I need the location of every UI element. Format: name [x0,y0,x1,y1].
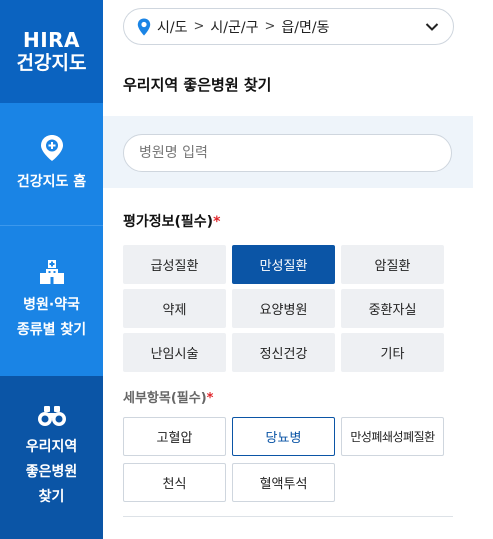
chip-acute[interactable]: 급성질환 [123,245,226,284]
chip-diabetes[interactable]: 당뇨병 [232,417,335,456]
region-breadcrumb: 시/도 > 시/군/구 > 읍/면/동 [137,17,425,37]
sidebar-item-label-line2: 종류별 찾기 [16,322,87,338]
evaluation-title: 평가정보(필수) [123,214,214,230]
sidebar-item-label-line3: 찾기 [38,489,65,505]
chip-cancer[interactable]: 암질환 [341,245,444,284]
region-level1[interactable]: 시/도 [157,17,187,37]
hospital-name-input[interactable] [123,134,452,172]
region-selector[interactable]: 시/도 > 시/군/구 > 읍/면/동 [123,8,454,45]
chip-asthma[interactable]: 천식 [123,463,226,502]
chip-copd[interactable]: 만성폐쇄성폐질환 [341,417,444,456]
divider [123,516,453,517]
main-panel: 시/도 > 시/군/구 > 읍/면/동 우리지역 좋은병원 찾기 평가정보(필수… [103,0,493,539]
sidebar-item-hospital-type[interactable]: 병원·약국 종류별 찾기 [0,226,103,376]
page-title: 우리지역 좋은병원 찾기 [123,76,272,94]
sidebar-item-label-line1: 우리지역 [25,439,78,455]
chevron-down-icon[interactable] [425,22,439,32]
sidebar-item-label-line2: 좋은병원 [25,464,78,480]
map-pin-plus-icon [40,134,63,161]
location-pin-icon [137,18,151,35]
chip-nursing-hospital[interactable]: 요양병원 [232,289,335,328]
region-level3[interactable]: 읍/면/동 [281,17,329,37]
chip-chronic[interactable]: 만성질환 [232,245,335,284]
brand-line2: 건강지도 [16,51,87,74]
brand-logo[interactable]: HIRA 건강지도 [0,0,103,103]
region-level2[interactable]: 시/군/구 [210,17,258,37]
sidebar-item-label: 건강지도 홈 [16,173,87,190]
sidebar: HIRA 건강지도 건강지도 홈 병원·약국 종류별 찾기 우리지역 좋은병원 … [0,0,103,539]
chip-other[interactable]: 기타 [341,333,444,372]
sidebar-item-label-line1: 병원·약국 [23,297,80,313]
search-area [103,116,473,188]
detail-section-title: 세부항목(필수)* [123,387,213,406]
chip-icu[interactable]: 중환자실 [341,289,444,328]
brand-line1: HIRA [22,27,81,52]
detail-title: 세부항목(필수) [123,391,207,406]
chip-drug[interactable]: 약제 [123,289,226,328]
required-mark: * [213,214,221,230]
chip-hemodialysis[interactable]: 혈액투석 [232,463,335,502]
chip-hypertension[interactable]: 고혈압 [123,417,226,456]
chip-mental-health[interactable]: 정신건강 [232,333,335,372]
binoculars-icon [37,406,66,426]
sidebar-item-home[interactable]: 건강지도 홈 [0,103,103,226]
chip-infertility[interactable]: 난임시술 [123,333,226,372]
sidebar-item-good-hospital[interactable]: 우리지역 좋은병원 찾기 [0,376,103,539]
evaluation-section-title: 평가정보(필수)* [123,211,220,231]
hospital-building-icon [39,260,64,284]
required-mark: * [206,391,214,406]
chevron-right-icon: > [264,19,276,34]
chevron-right-icon: > [193,19,205,34]
